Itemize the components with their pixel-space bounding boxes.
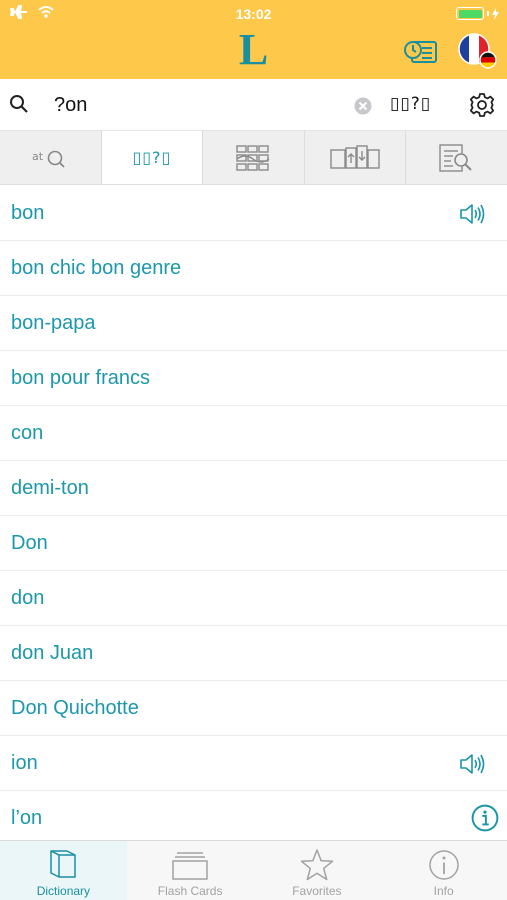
wildcard-button[interactable]: ▯▯?▯ xyxy=(390,92,442,116)
result-word: bon chic bon genre xyxy=(11,256,182,279)
document-search-icon xyxy=(438,143,472,172)
mode-tab-spell-suggest[interactable]: at xyxy=(0,131,102,184)
tab-favorites-label: Favorites xyxy=(292,884,342,898)
result-row[interactable]: demi-ton xyxy=(0,461,507,516)
star-icon xyxy=(300,849,334,881)
tab-dictionary[interactable]: Dictionary xyxy=(0,841,127,900)
tab-info[interactable]: Info xyxy=(380,841,507,900)
spell-suggest-magnifier-icon: at xyxy=(32,150,65,168)
grid-icon xyxy=(236,144,270,171)
translate-icon xyxy=(330,144,380,169)
speaker-icon[interactable] xyxy=(459,201,485,227)
language-flag-icon[interactable] xyxy=(456,32,498,72)
tab-favorites[interactable]: Favorites xyxy=(254,841,381,900)
battery-indicator xyxy=(456,7,499,20)
dictionary-book-icon xyxy=(50,850,77,878)
status-time: 13:02 xyxy=(235,6,272,22)
battery-cap xyxy=(487,11,489,16)
info-circle-icon xyxy=(428,850,459,880)
mode-tab-wildcard-label: ▯▯?▯ xyxy=(132,148,172,167)
speaker-icon[interactable] xyxy=(459,751,485,777)
result-word: don Juan xyxy=(11,641,94,664)
mode-tab-document-search[interactable] xyxy=(406,131,507,184)
tab-flash-cards-label: Flash Cards xyxy=(157,884,223,898)
flash-cards-icon xyxy=(172,852,208,880)
search-input[interactable] xyxy=(54,89,334,121)
result-row[interactable]: ion xyxy=(0,736,507,791)
result-word: bon xyxy=(11,201,45,224)
result-word: con xyxy=(11,421,44,444)
results-list: bon bon chic bon genre bon-papa bon pour… xyxy=(0,186,507,840)
battery-icon xyxy=(456,7,484,20)
result-row[interactable]: don xyxy=(0,571,507,626)
search-mode-tabs: at ▯▯?▯ xyxy=(0,131,507,185)
charging-icon xyxy=(492,7,499,20)
result-word: bon pour francs xyxy=(11,366,150,389)
mode-tab-wildcard[interactable]: ▯▯?▯ xyxy=(101,131,204,184)
result-row[interactable]: bon chic bon genre xyxy=(0,241,507,296)
result-row[interactable]: Don xyxy=(0,516,507,571)
result-row[interactable]: don Juan xyxy=(0,626,507,681)
search-icon xyxy=(10,95,28,113)
bottom-tab-bar: Dictionary Flash Cards Favorites Info xyxy=(0,840,507,900)
app-header: 13:02 L xyxy=(0,0,507,79)
battery-fill xyxy=(458,9,482,18)
tab-flash-cards[interactable]: Flash Cards xyxy=(127,841,254,900)
result-word: Don xyxy=(11,531,48,554)
result-word: Don Quichotte xyxy=(11,696,139,719)
result-row[interactable]: Don Quichotte xyxy=(0,681,507,736)
result-word: l’on xyxy=(11,806,43,829)
result-word: bon-papa xyxy=(11,311,96,334)
tab-info-label: Info xyxy=(433,884,454,898)
history-icon[interactable] xyxy=(404,36,440,68)
result-word: ion xyxy=(11,751,38,774)
mode-tab-fulltext[interactable] xyxy=(203,131,305,184)
mode-tab-translate[interactable] xyxy=(305,131,407,184)
result-row[interactable]: bon pour francs xyxy=(0,351,507,406)
status-bar: 13:02 xyxy=(0,0,507,28)
tab-dictionary-label: Dictionary xyxy=(36,884,91,898)
result-row[interactable]: bon-papa xyxy=(0,296,507,351)
info-icon[interactable] xyxy=(471,804,499,832)
clear-search-icon[interactable] xyxy=(354,97,372,115)
mode-tab-spell-label: at xyxy=(32,150,44,163)
result-row[interactable]: bon xyxy=(0,186,507,241)
result-word: don xyxy=(11,586,45,609)
result-word: demi-ton xyxy=(11,476,89,499)
settings-gear-icon[interactable] xyxy=(469,92,495,118)
result-row[interactable]: l’on xyxy=(0,791,507,840)
result-row[interactable]: con xyxy=(0,406,507,461)
